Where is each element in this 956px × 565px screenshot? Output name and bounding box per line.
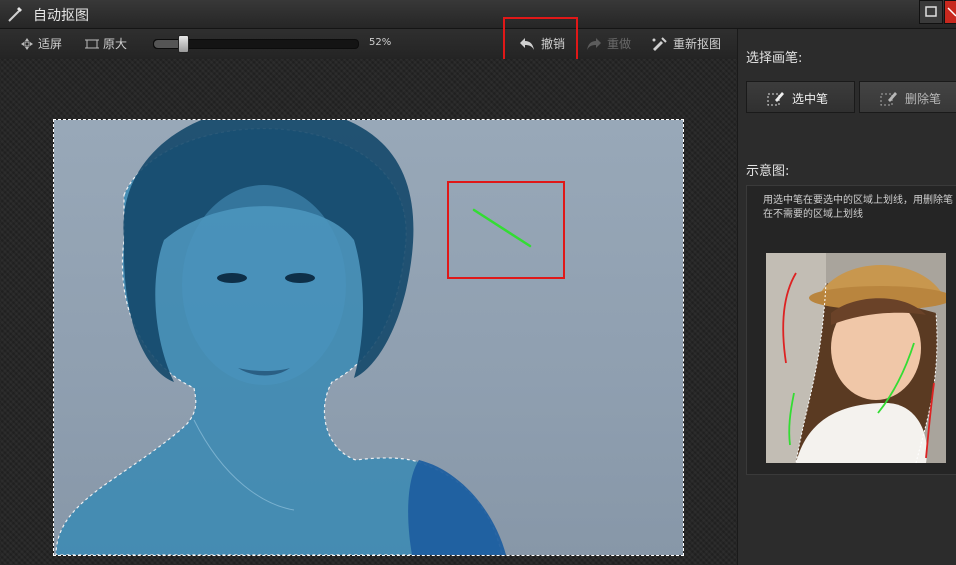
original-size-button[interactable]: 原大 [85, 34, 131, 54]
zoom-percent: 52% [369, 37, 392, 48]
demo-box: 用选中笔在要选中的区域上划线，用删除笔在不需要的区域上划线 [746, 185, 956, 475]
photo-canvas[interactable] [53, 119, 684, 556]
redo-icon [587, 38, 601, 50]
demo-image [766, 253, 946, 463]
redo-button[interactable]: 重做 [586, 34, 632, 54]
zoom-slider[interactable] [153, 35, 359, 53]
canvas-area[interactable] [0, 59, 737, 565]
original-size-icon [85, 39, 99, 49]
toolbar: 适屏 原大 52% 撤销 重做 重新抠图 [0, 29, 737, 60]
maximize-button[interactable] [919, 0, 943, 24]
reset-cutout-label: 重新抠图 [673, 37, 722, 51]
photo-illustration [55, 120, 532, 555]
pen-heading: 选择画笔: [746, 51, 803, 66]
erase-pen-icon [880, 92, 897, 106]
stroke-highlight-box [447, 181, 565, 279]
select-pen-icon [767, 92, 784, 106]
original-size-label: 原大 [103, 37, 128, 51]
select-pen-button[interactable]: 选中笔 [746, 81, 855, 113]
demo-heading: 示意图: [746, 164, 790, 179]
magic-wand-icon [8, 7, 22, 22]
demo-illustration [766, 253, 946, 463]
maximize-icon [925, 6, 937, 17]
redo-label: 重做 [607, 37, 632, 51]
close-button[interactable] [944, 0, 956, 24]
fit-screen-button[interactable]: 适屏 [20, 34, 66, 54]
fit-screen-label: 适屏 [38, 37, 63, 51]
demo-description: 用选中笔在要选中的区域上划线，用删除笔在不需要的区域上划线 [763, 195, 953, 220]
erase-pen-button[interactable]: 删除笔 [859, 81, 956, 113]
erase-pen-label: 删除笔 [905, 92, 942, 106]
reset-cutout-icon [652, 37, 667, 51]
window-title: 自动抠图 [33, 8, 89, 24]
select-pen-label: 选中笔 [792, 92, 829, 106]
title-bar: 自动抠图 [0, 0, 956, 29]
zoom-slider-thumb[interactable] [178, 35, 189, 53]
reset-cutout-button[interactable]: 重新抠图 [651, 34, 723, 54]
close-icon [947, 7, 956, 17]
brush-panel: 选择画笔: 选中笔 删除笔 示意图: 用选中笔在要选中的区域上划线，用删除笔在不… [737, 29, 956, 565]
fit-screen-icon [21, 38, 33, 50]
